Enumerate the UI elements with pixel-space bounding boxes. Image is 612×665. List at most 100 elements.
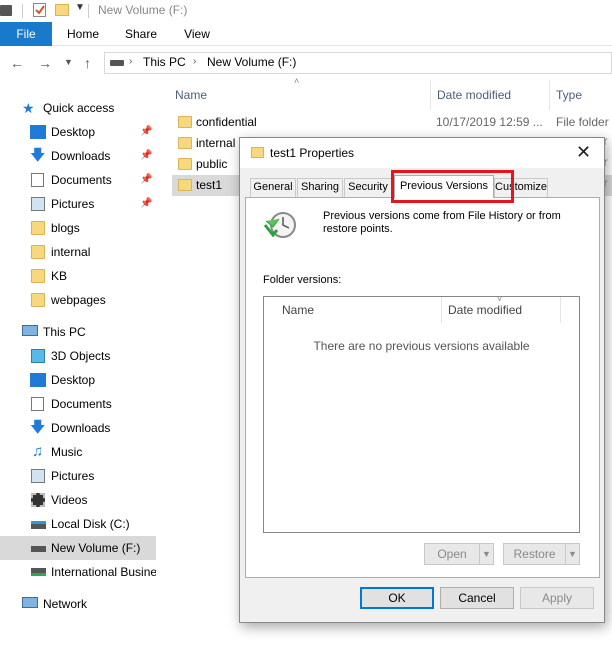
breadcrumb-separator-icon: › xyxy=(193,56,197,67)
tab-file[interactable]: File xyxy=(0,22,52,46)
ribbon: File Home Share View xyxy=(0,22,612,46)
column-separator xyxy=(560,297,561,323)
nav-item-videos[interactable]: Videos xyxy=(0,488,156,512)
restore-clock-icon xyxy=(263,211,297,244)
pin-icon: 📌 xyxy=(140,150,153,161)
forward-icon[interactable]: → xyxy=(38,55,52,71)
column-separator xyxy=(430,80,431,110)
folder-icon xyxy=(178,137,192,149)
breadcrumb-separator-icon: › xyxy=(129,56,133,67)
nav-item-downloads[interactable]: 🡇 Downloads 📌 xyxy=(0,144,156,168)
folder-icon xyxy=(31,221,45,235)
document-icon xyxy=(31,397,44,411)
sort-up-icon: ˄ xyxy=(294,76,300,86)
folder-icon xyxy=(31,293,45,307)
nav-item-this-pc[interactable]: This PC xyxy=(0,320,156,344)
properties-icon[interactable] xyxy=(33,3,46,17)
pin-icon: 📌 xyxy=(140,126,153,137)
column-separator xyxy=(441,297,442,323)
dialog-title: test1 Properties xyxy=(270,146,355,160)
nav-item-desktop[interactable]: Desktop 📌 xyxy=(0,120,156,144)
nav-item-international-busine[interactable]: International Busine xyxy=(0,560,156,584)
properties-dialog: test1 Properties ✕ General Sharing Secur… xyxy=(239,137,605,623)
tab-sharing[interactable]: Sharing xyxy=(297,178,343,197)
download-icon: 🡇 xyxy=(30,147,46,164)
restore-button[interactable]: Restore ▼ xyxy=(503,543,580,565)
column-separator xyxy=(549,80,550,110)
chevron-down-icon[interactable]: ▼ xyxy=(479,544,493,564)
nav-item-desktop-pc[interactable]: Desktop xyxy=(0,368,156,392)
close-icon[interactable]: ✕ xyxy=(576,142,591,163)
tab-view[interactable]: View xyxy=(172,22,222,46)
separator xyxy=(22,4,23,18)
folder-icon xyxy=(178,158,192,170)
app-icon xyxy=(0,5,12,16)
picture-icon xyxy=(31,197,45,211)
address-bar-row: ← → ▼ ↑ › This PC › New Volume (F:) xyxy=(0,46,612,80)
nav-item-blogs[interactable]: blogs xyxy=(0,216,156,240)
column-header-name[interactable]: Name xyxy=(282,303,314,317)
file-row[interactable]: confidential 10/17/2019 12:59 ... File f… xyxy=(172,112,612,133)
nav-item-documents-pc[interactable]: Documents xyxy=(0,392,156,416)
recent-locations-icon[interactable]: ▼ xyxy=(64,57,73,67)
music-icon: ♫ xyxy=(32,443,44,460)
nav-item-quick-access[interactable]: ★ Quick access xyxy=(0,96,156,120)
address-bar[interactable]: › This PC › New Volume (F:) xyxy=(104,52,612,74)
document-icon xyxy=(31,173,44,187)
nav-item-local-disk[interactable]: Local Disk (C:) xyxy=(0,512,156,536)
dialog-title-bar: test1 Properties ✕ xyxy=(240,138,604,168)
cancel-button[interactable]: Cancel xyxy=(440,587,514,609)
back-icon[interactable]: ← xyxy=(10,55,24,71)
desktop-icon xyxy=(30,125,46,139)
nav-item-network[interactable]: Network xyxy=(0,592,156,616)
column-header-type[interactable]: Type xyxy=(556,88,582,102)
window-title: New Volume (F:) xyxy=(98,3,188,17)
tab-security[interactable]: Security xyxy=(344,178,392,197)
nav-item-3d-objects[interactable]: 3D Objects xyxy=(0,344,156,368)
desktop-icon xyxy=(30,373,46,387)
ok-button[interactable]: OK xyxy=(360,587,434,609)
breadcrumb-this-pc[interactable]: This PC xyxy=(143,55,186,69)
column-header-name[interactable]: Name xyxy=(175,88,207,102)
folder-icon xyxy=(178,179,192,191)
tab-general[interactable]: General xyxy=(250,178,296,197)
column-header-date[interactable]: Date modified xyxy=(437,88,511,102)
open-button[interactable]: Open ▼ xyxy=(424,543,494,565)
download-icon: 🡇 xyxy=(30,419,46,436)
customize-toolbar-icon[interactable]: ▼ xyxy=(75,2,85,13)
nav-item-pictures[interactable]: Pictures 📌 xyxy=(0,192,156,216)
versions-list[interactable]: Name ˅ Date modified There are no previo… xyxy=(263,294,580,533)
nav-item-pictures-pc[interactable]: Pictures xyxy=(0,464,156,488)
computer-icon xyxy=(22,325,38,336)
new-folder-icon[interactable] xyxy=(55,4,69,16)
nav-item-new-volume[interactable]: New Volume (F:) xyxy=(0,536,156,560)
highlight-box xyxy=(391,170,514,203)
empty-message: There are no previous versions available xyxy=(313,339,530,353)
description-text: Previous versions come from File History… xyxy=(323,210,561,235)
separator xyxy=(88,4,89,18)
nav-item-downloads-pc[interactable]: 🡇 Downloads xyxy=(0,416,156,440)
drive-icon xyxy=(31,546,46,552)
tab-share[interactable]: Share xyxy=(116,22,166,46)
column-header-date[interactable]: Date modified xyxy=(448,303,522,317)
previous-versions-panel: Previous versions come from File History… xyxy=(245,197,600,578)
tab-home[interactable]: Home xyxy=(58,22,108,46)
picture-icon xyxy=(31,469,45,483)
nav-item-documents[interactable]: Documents 📌 xyxy=(0,168,156,192)
nav-item-music[interactable]: ♫ Music xyxy=(0,440,156,464)
cube-icon xyxy=(31,349,45,363)
folder-versions-label: Folder versions: xyxy=(263,274,342,286)
nav-item-internal[interactable]: internal xyxy=(0,240,156,264)
folder-icon xyxy=(31,245,45,259)
nav-item-kb[interactable]: KB xyxy=(0,264,156,288)
breadcrumb-new-volume[interactable]: New Volume (F:) xyxy=(207,55,296,69)
drive-icon xyxy=(110,60,124,66)
pin-icon: 📌 xyxy=(140,198,153,209)
up-icon[interactable]: ↑ xyxy=(84,55,91,71)
apply-button[interactable]: Apply xyxy=(520,587,594,609)
chevron-down-icon[interactable]: ▼ xyxy=(565,544,579,564)
drive-icon xyxy=(31,521,46,529)
network-icon xyxy=(22,597,38,608)
folder-icon xyxy=(178,116,192,128)
nav-item-webpages[interactable]: webpages xyxy=(0,288,156,312)
